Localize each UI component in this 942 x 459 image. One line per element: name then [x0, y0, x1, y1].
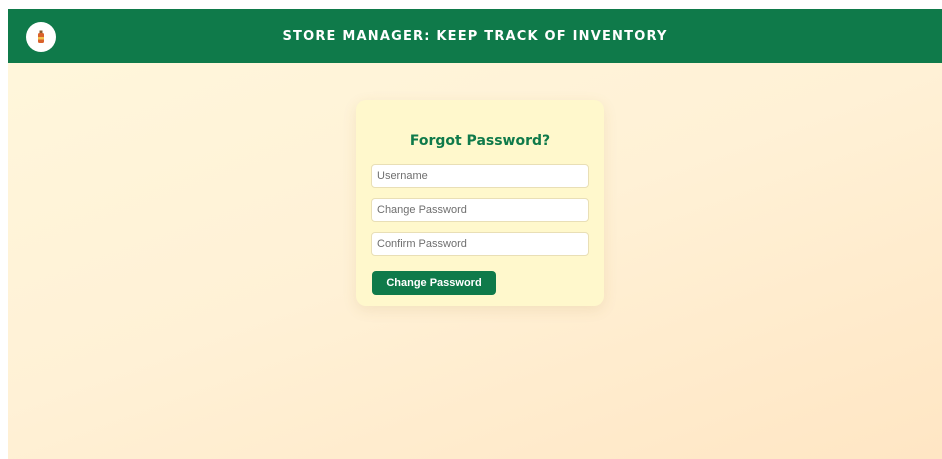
bottle-logo-icon	[26, 22, 56, 52]
form-title: Forgot Password?	[409, 133, 551, 149]
confirm-password-input[interactable]	[371, 232, 589, 256]
change-password-input[interactable]	[371, 198, 589, 222]
app-title: STORE MANAGER: KEEP TRACK OF INVENTORY	[282, 28, 668, 44]
app-viewport: STORE MANAGER: KEEP TRACK OF INVENTORY F…	[8, 9, 942, 459]
username-input[interactable]	[371, 164, 589, 188]
app-header: STORE MANAGER: KEEP TRACK OF INVENTORY	[8, 9, 942, 63]
forgot-password-card: Forgot Password? Change Password	[356, 100, 604, 306]
change-password-button[interactable]: Change Password	[372, 271, 496, 295]
